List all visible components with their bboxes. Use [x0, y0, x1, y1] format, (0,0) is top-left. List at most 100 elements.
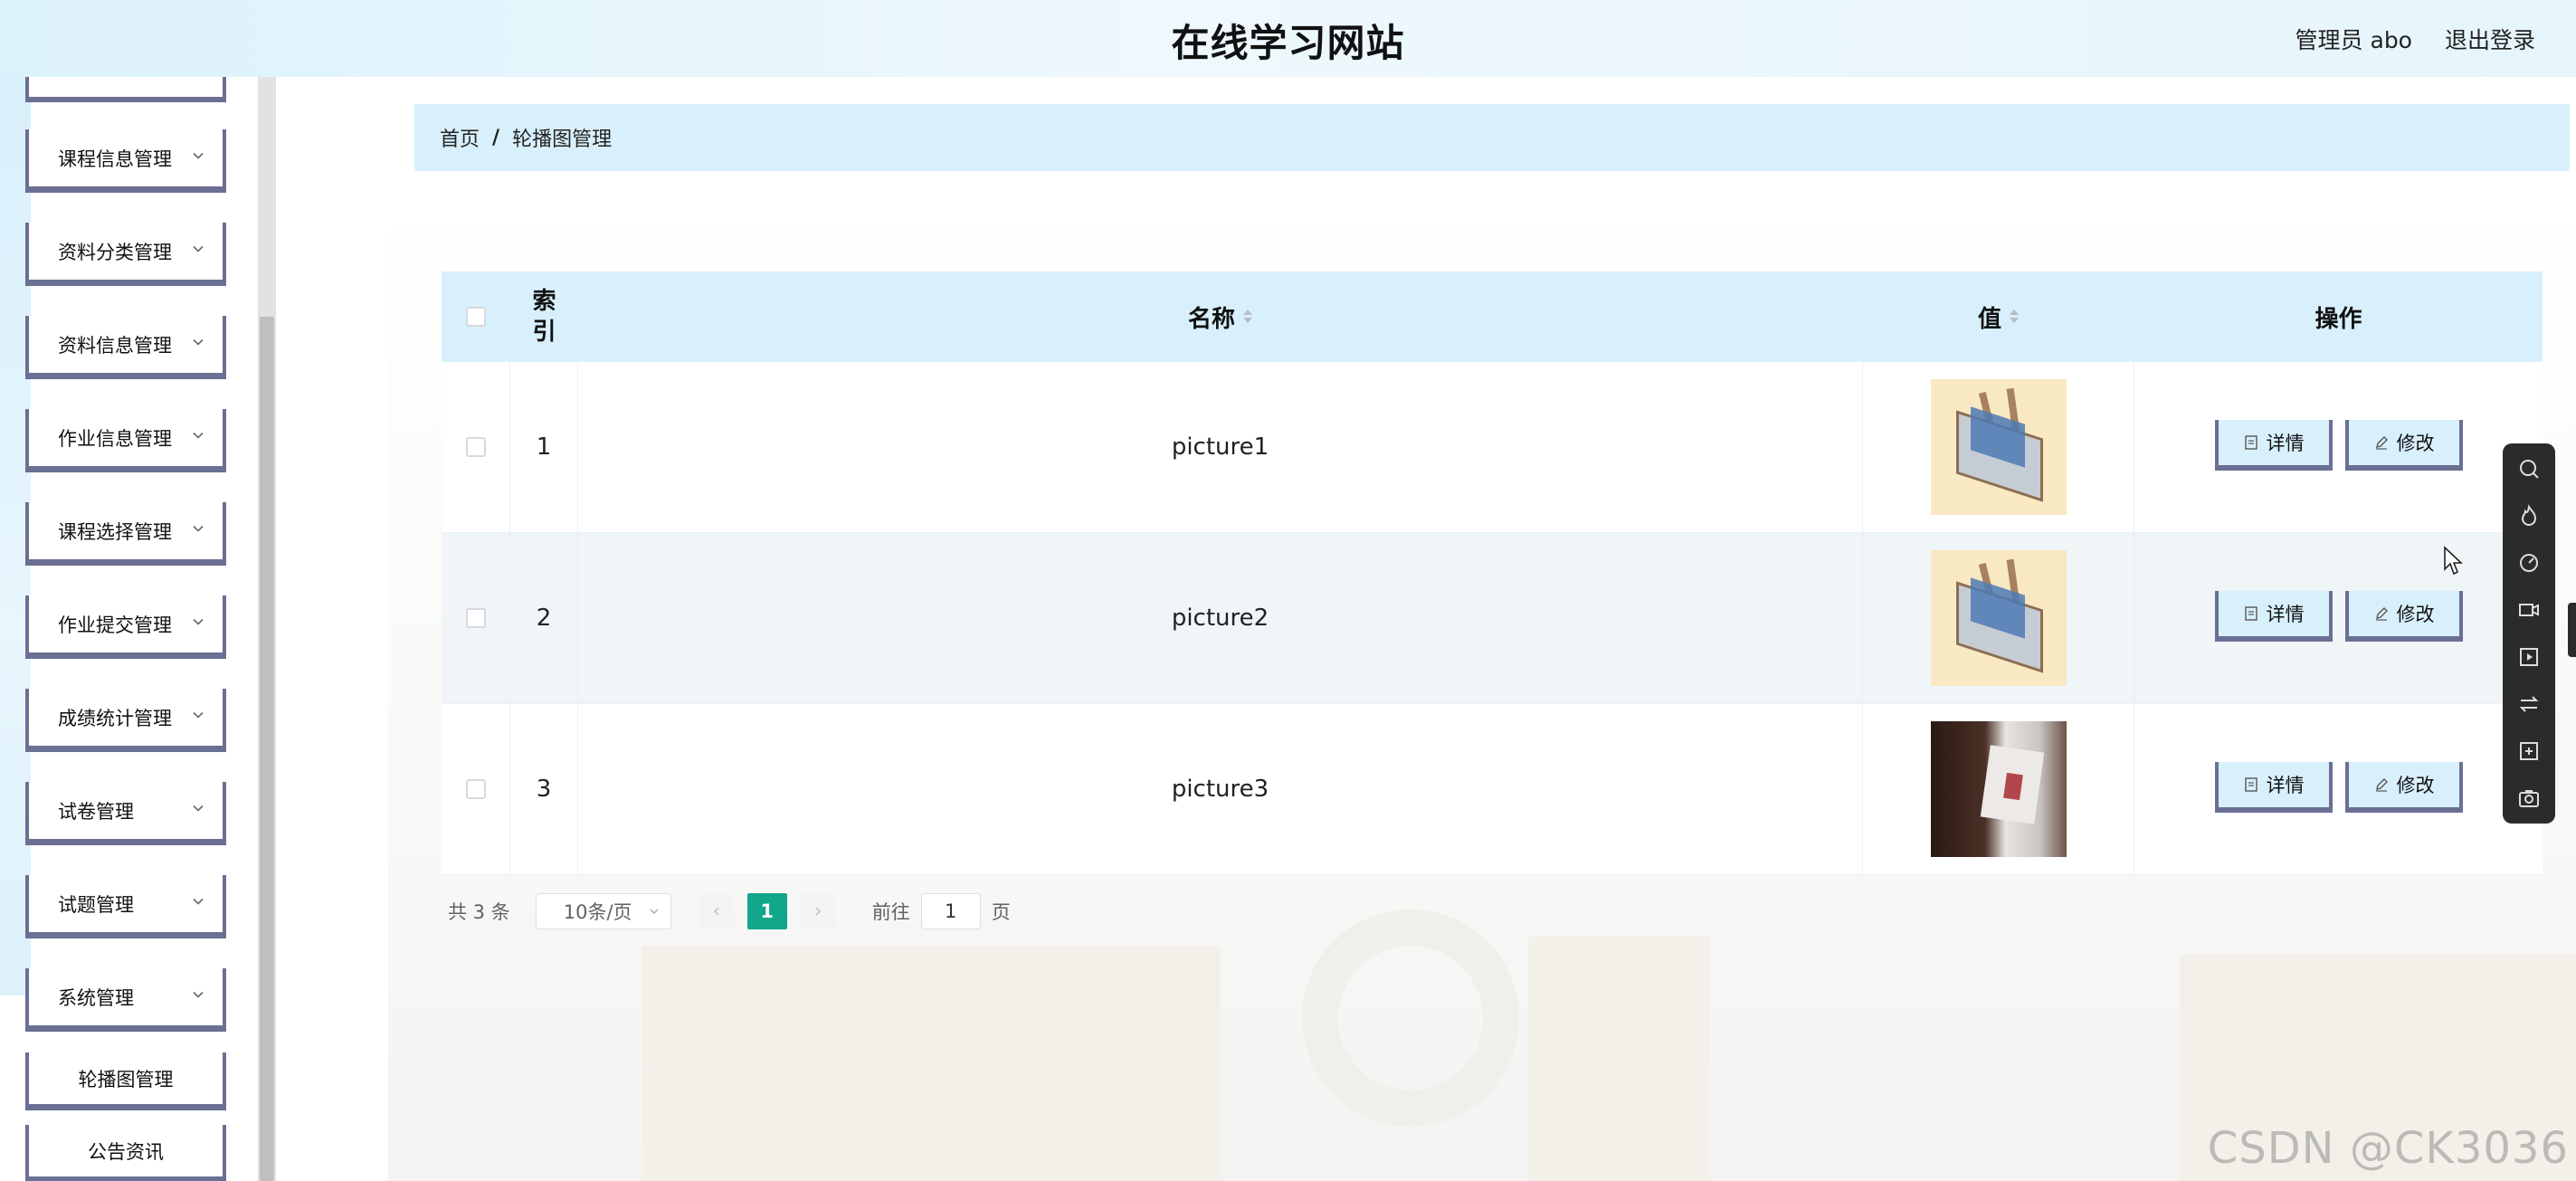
document-icon	[2244, 606, 2258, 621]
edit-button-label: 修改	[2396, 604, 2435, 625]
chevron-down-icon	[193, 338, 204, 346]
sidebar-item-label: 资料分类管理	[58, 241, 172, 263]
decor-block	[1528, 937, 1709, 1181]
detail-button-label: 详情	[2266, 433, 2305, 454]
sidebar-item-homework-info[interactable]: 作业信息管理	[25, 409, 226, 472]
detail-button-label: 详情	[2266, 604, 2305, 625]
sidebar-item-label: 公告资讯	[88, 1140, 164, 1163]
crop-icon[interactable]	[2514, 737, 2543, 766]
row-checkbox[interactable]	[465, 437, 486, 457]
select-all-checkbox[interactable]	[466, 307, 486, 327]
camera-icon[interactable]	[2514, 784, 2543, 813]
chevron-down-icon	[193, 245, 204, 252]
page-size-value: 10条/页	[563, 901, 632, 923]
video-icon[interactable]	[2514, 595, 2543, 624]
row-index: 1	[510, 362, 578, 532]
pagination-total: 共 3 条	[448, 901, 510, 923]
document-icon	[2244, 777, 2258, 792]
sidebar: 课程信息管理 资料分类管理 资料信息管理 作业信息管理 课程选择管理 作业提交管…	[0, 77, 276, 1181]
chevron-down-icon	[193, 152, 204, 159]
chevron-down-icon	[193, 618, 204, 625]
table-row: 3 picture3 详情 修改	[442, 704, 2543, 875]
swap-icon[interactable]	[2514, 690, 2543, 719]
sidebar-item-exam-papers[interactable]: 试卷管理	[25, 782, 226, 845]
prev-page-button[interactable]	[699, 893, 734, 929]
breadcrumb-home[interactable]: 首页	[440, 123, 480, 152]
logout-link[interactable]: 退出登录	[2445, 23, 2535, 55]
breadcrumb-current: 轮播图管理	[512, 129, 613, 151]
row-name: picture2	[578, 533, 1863, 703]
chevron-down-icon	[193, 898, 204, 905]
edit-button-label: 修改	[2396, 775, 2435, 796]
detail-button[interactable]: 详情	[2214, 762, 2333, 813]
detail-button[interactable]: 详情	[2214, 591, 2333, 642]
sidebar-item-label: 轮播图管理	[78, 1068, 174, 1091]
row-value-cell	[1863, 704, 2134, 874]
sidebar-item-homework-submit[interactable]: 作业提交管理	[25, 595, 226, 659]
sidebar-item-system[interactable]: 系统管理	[25, 968, 226, 1032]
sidebar-scroll-thumb[interactable]	[260, 317, 274, 1181]
pencil-icon	[2375, 778, 2388, 792]
table-row: 2 picture2 详情 修改	[442, 533, 2543, 704]
edit-button[interactable]: 修改	[2344, 420, 2463, 471]
detail-button[interactable]: 详情	[2214, 420, 2333, 471]
sidebar-item-course-selection[interactable]: 课程选择管理	[25, 502, 226, 566]
sort-icon[interactable]	[2009, 308, 2020, 326]
header-name-label: 名称	[1187, 305, 1235, 333]
sidebar-item-grade-stats[interactable]: 成绩统计管理	[25, 689, 226, 752]
row-checkbox[interactable]	[465, 608, 486, 628]
sidebar-item-label: 作业提交管理	[58, 614, 172, 636]
edge-handle[interactable]	[2568, 603, 2576, 657]
sidebar-item-partial[interactable]	[25, 77, 226, 102]
edit-button[interactable]: 修改	[2344, 591, 2463, 642]
play-icon[interactable]	[2514, 643, 2543, 671]
chevron-down-icon	[193, 991, 204, 998]
next-page-button[interactable]	[800, 893, 835, 929]
mouse-cursor-icon	[2444, 546, 2464, 576]
sidebar-item-material-category[interactable]: 资料分类管理	[25, 223, 226, 286]
row-name: picture3	[578, 704, 1863, 874]
row-ops-cell: 详情 修改	[2134, 704, 2543, 874]
sidebar-item-course-info[interactable]: 课程信息管理	[25, 129, 226, 193]
row-select-cell	[442, 533, 510, 703]
header-ops-label: 操作	[2315, 305, 2362, 333]
page-number-active[interactable]: 1	[746, 893, 787, 929]
sidebar-item-material-info[interactable]: 资料信息管理	[25, 316, 226, 379]
fire-icon[interactable]	[2514, 501, 2543, 530]
header-value[interactable]: 值	[1863, 271, 2134, 362]
pencil-icon	[2375, 436, 2388, 450]
document-icon	[2244, 435, 2258, 450]
admin-user-label[interactable]: 管理员 abo	[2296, 23, 2412, 55]
detail-button-label: 详情	[2266, 775, 2305, 796]
chevron-down-icon	[650, 909, 659, 914]
sidebar-item-label: 系统管理	[58, 986, 134, 1009]
search-icon[interactable]	[2514, 454, 2543, 483]
row-name: picture1	[578, 362, 1863, 532]
header-select-all-cell	[442, 271, 510, 362]
goto-page-input[interactable]: 1	[920, 893, 981, 929]
chevron-down-icon	[193, 711, 204, 719]
header-name[interactable]: 名称	[578, 271, 1863, 362]
sidebar-scrollbar[interactable]	[258, 77, 276, 1181]
breadcrumb-separator: /	[492, 126, 500, 149]
row-value-cell	[1863, 533, 2134, 703]
page-size-select[interactable]: 10条/页	[535, 893, 671, 929]
edit-button[interactable]: 修改	[2344, 762, 2463, 813]
sidebar-subitem-carousel[interactable]: 轮播图管理	[25, 1052, 226, 1110]
table-header: 索 引 名称 值 操作	[442, 271, 2543, 362]
row-select-cell	[442, 704, 510, 874]
sort-icon[interactable]	[1242, 308, 1253, 326]
chevron-left-icon	[713, 907, 719, 916]
book-illustration-thumbnail	[1930, 550, 2067, 686]
decor-circle	[1302, 910, 1519, 1127]
speed-icon[interactable]	[2514, 548, 2543, 577]
row-index: 3	[510, 704, 578, 874]
carousel-table: 索 引 名称 值 操作 1 picture1 详情 修改 2 picture2 …	[442, 271, 2543, 875]
row-ops-cell: 详情 修改	[2134, 362, 2543, 532]
sidebar-item-label: 课程信息管理	[58, 148, 172, 170]
sidebar-subitem-announcements[interactable]: 公告资讯	[25, 1125, 226, 1181]
row-index: 2	[510, 533, 578, 703]
row-checkbox[interactable]	[465, 779, 486, 799]
header-index-line2: 引	[532, 319, 556, 346]
sidebar-item-questions[interactable]: 试题管理	[25, 875, 226, 938]
